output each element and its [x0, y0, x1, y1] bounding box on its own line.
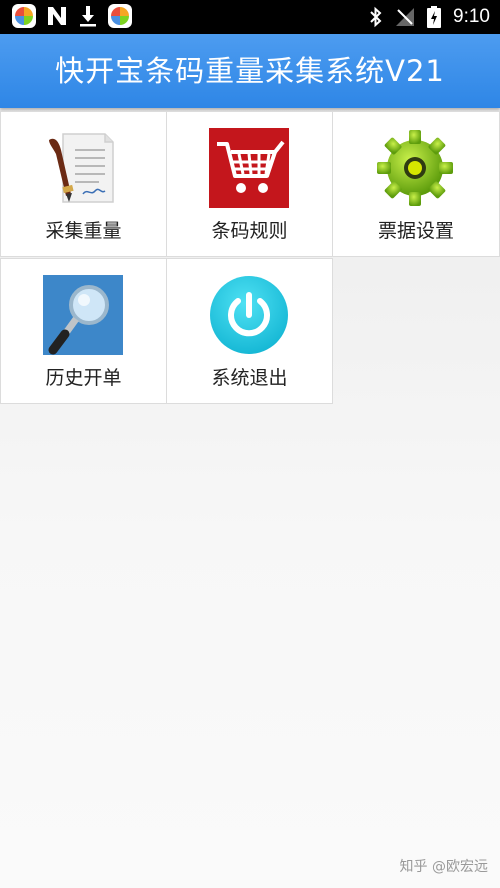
document-quill-icon [49, 133, 114, 203]
battery-charging-icon [427, 6, 442, 28]
magnifier-icon [43, 275, 123, 355]
app-icon [12, 4, 36, 28]
download-icon [80, 6, 96, 27]
gear-icon [375, 128, 455, 208]
status-bar: 9:10 [0, 0, 500, 34]
menu-item-label: 条码规则 [211, 220, 288, 242]
menu-item-system-exit[interactable]: 系统退出 [166, 258, 333, 404]
app-icon [108, 4, 132, 28]
watermark: 知乎 @欧宏远 [399, 859, 488, 875]
notification-icons [12, 4, 132, 28]
signal-off-icon [396, 8, 415, 26]
title-bar: 快开宝条码重量采集系统V21 [0, 34, 500, 108]
menu-item-label: 采集重量 [45, 220, 122, 242]
menu-item-history-orders[interactable]: 历史开单 [0, 258, 167, 404]
menu-item-receipt-settings[interactable]: 票据设置 [332, 111, 500, 257]
power-icon [210, 276, 288, 354]
app-title: 快开宝条码重量采集系统V21 [55, 54, 445, 88]
clock: 9:10 [453, 6, 490, 27]
menu-item-label: 历史开单 [45, 367, 122, 389]
n-icon [48, 7, 66, 25]
shopping-cart-icon [209, 128, 289, 208]
bluetooth-icon [370, 6, 382, 28]
menu-item-barcode-rules[interactable]: 条码规则 [166, 111, 333, 257]
menu-item-label: 票据设置 [377, 220, 454, 242]
menu-item-collect-weight[interactable]: 采集重量 [0, 111, 167, 257]
menu-item-label: 系统退出 [211, 367, 288, 389]
system-icons: 9:10 [369, 4, 490, 30]
